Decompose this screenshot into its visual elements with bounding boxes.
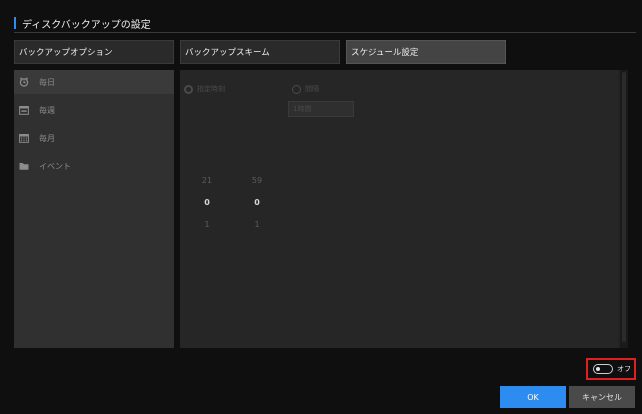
title-divider [14,32,636,33]
schedule-settings-content: 指定時刻 間隔 1時間 21 0 1 59 0 1 [180,70,618,348]
schedule-type-sidebar: 毎日 毎週 毎月 イベント [14,70,174,348]
minute-value [242,236,272,258]
title-accent-bar [14,17,16,29]
backup-settings-dialog: ディスクバックアップの設定 バックアップオプション バックアップスキーム スケジ… [0,0,642,414]
sidebar-item-label: 毎日 [39,77,55,87]
sidebar-item-daily[interactable]: 毎日 [14,70,174,94]
specific-time-radio[interactable]: 指定時刻 [184,84,225,94]
schedule-toggle-highlight: オフ [586,358,636,380]
sidebar-item-monthly[interactable]: 毎月 [14,126,174,150]
clock-icon [19,77,29,87]
toggle-knob [596,367,600,371]
specific-time-label: 指定時刻 [197,85,225,93]
toggle-label: オフ [617,365,631,373]
calendar-week-icon [19,105,29,115]
interval-radio[interactable]: 間隔 [292,84,319,94]
tab-schedule-settings[interactable]: スケジュール設定 [346,40,506,64]
hour-value [192,236,222,258]
scrollbar-thumb[interactable] [622,72,626,342]
interval-dropdown[interactable]: 1時間 [288,101,354,117]
dialog-title-text: ディスクバックアップの設定 [22,19,151,31]
tab-backup-options[interactable]: バックアップオプション [14,40,174,64]
settings-tabs: バックアップオプション バックアップスキーム スケジュール設定 [14,40,506,64]
sidebar-item-weekly[interactable]: 毎週 [14,98,174,122]
minute-value [242,126,272,148]
hour-value [192,148,222,170]
cancel-button[interactable]: キャンセル [569,386,635,408]
radio-unselected-icon [292,84,301,94]
minute-value-selected: 0 [254,198,260,207]
minute-value: 59 [251,176,263,185]
schedule-toggle[interactable] [593,364,613,374]
folder-icon [19,161,29,171]
minute-value [242,258,272,280]
minute-value [242,148,272,170]
minute-picker[interactable]: 59 0 1 [242,104,272,280]
sidebar-item-label: イベント [39,161,71,171]
minute-value: 1 [254,220,260,229]
sidebar-item-label: 毎週 [39,105,55,115]
hour-value: 1 [204,220,210,229]
sidebar-item-label: 毎月 [39,133,55,143]
radio-selected-icon [184,84,193,94]
hour-value [192,104,222,126]
tab-backup-scheme[interactable]: バックアップスキーム [180,40,340,64]
calendar-month-icon [19,133,29,143]
interval-label: 間隔 [305,85,319,93]
hour-value: 21 [201,176,213,185]
panel-scrollbar[interactable] [620,70,628,348]
hour-value-selected: 0 [204,198,210,207]
sidebar-item-event[interactable]: イベント [14,154,174,178]
hour-picker[interactable]: 21 0 1 [192,104,222,280]
dialog-title: ディスクバックアップの設定 [14,14,151,32]
minute-value [242,104,272,126]
hour-value [192,126,222,148]
ok-button[interactable]: OK [500,386,566,408]
hour-value [192,258,222,280]
schedule-settings-panel: 指定時刻 間隔 1時間 21 0 1 59 0 1 [180,70,628,348]
